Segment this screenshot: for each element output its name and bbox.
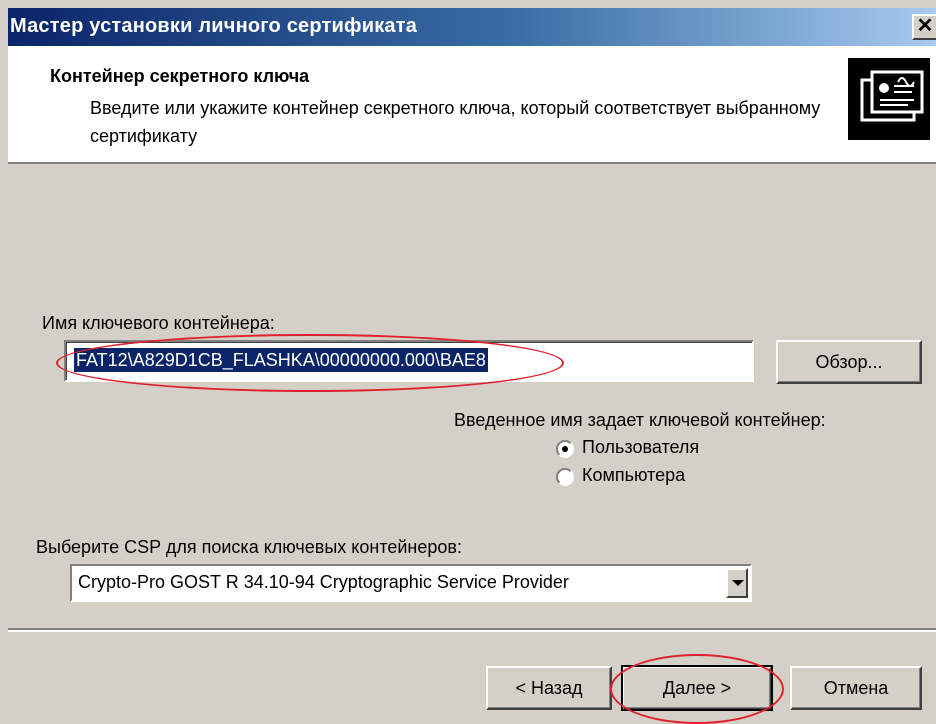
csp-select[interactable]: Crypto-Pro GOST R 34.10-94 Cryptographic… xyxy=(70,564,752,602)
certificate-install-wizard: Мастер установки личного сертификата ✕ К… xyxy=(0,0,936,724)
footer-divider xyxy=(8,628,936,632)
next-button[interactable]: Далее > xyxy=(621,665,773,711)
back-button[interactable]: < Назад xyxy=(486,666,612,710)
radio-computer-label: Компьютера xyxy=(582,465,686,485)
radio-button[interactable] xyxy=(556,440,574,458)
container-name-input[interactable]: FAT12\A829D1CB_FLASHKA\00000000.000\BAE8 xyxy=(64,340,754,382)
page-title: Контейнер секретного ключа xyxy=(50,66,310,86)
container-name-label: Имя ключевого контейнера: xyxy=(42,313,275,333)
container-name-value: FAT12\A829D1CB_FLASHKA\00000000.000\BAE8 xyxy=(74,348,488,372)
certificate-icon xyxy=(848,58,930,140)
chevron-down-icon[interactable] xyxy=(726,568,748,598)
close-icon: ✕ xyxy=(916,15,934,37)
radio-selected-dot xyxy=(562,446,568,452)
container-scope-label: Введенное имя задает ключевой контейнер: xyxy=(454,410,826,430)
csp-selected-value: Crypto-Pro GOST R 34.10-94 Cryptographic… xyxy=(78,572,569,592)
cancel-button[interactable]: Отмена xyxy=(790,666,922,710)
title-bar[interactable]: Мастер установки личного сертификата ✕ xyxy=(8,8,936,46)
csp-label: Выберите CSP для поиска ключевых контейн… xyxy=(36,537,462,557)
window-title: Мастер установки личного сертификата xyxy=(10,15,418,37)
radio-user-label: Пользователя xyxy=(582,437,700,457)
page-description: Введите или укажите контейнер секретного… xyxy=(90,98,821,146)
browse-button[interactable]: Обзор... xyxy=(776,340,922,384)
close-button[interactable]: ✕ xyxy=(912,14,936,40)
radio-button[interactable] xyxy=(556,468,574,486)
wizard-header: Контейнер секретного ключа Введите или у… xyxy=(8,46,936,164)
